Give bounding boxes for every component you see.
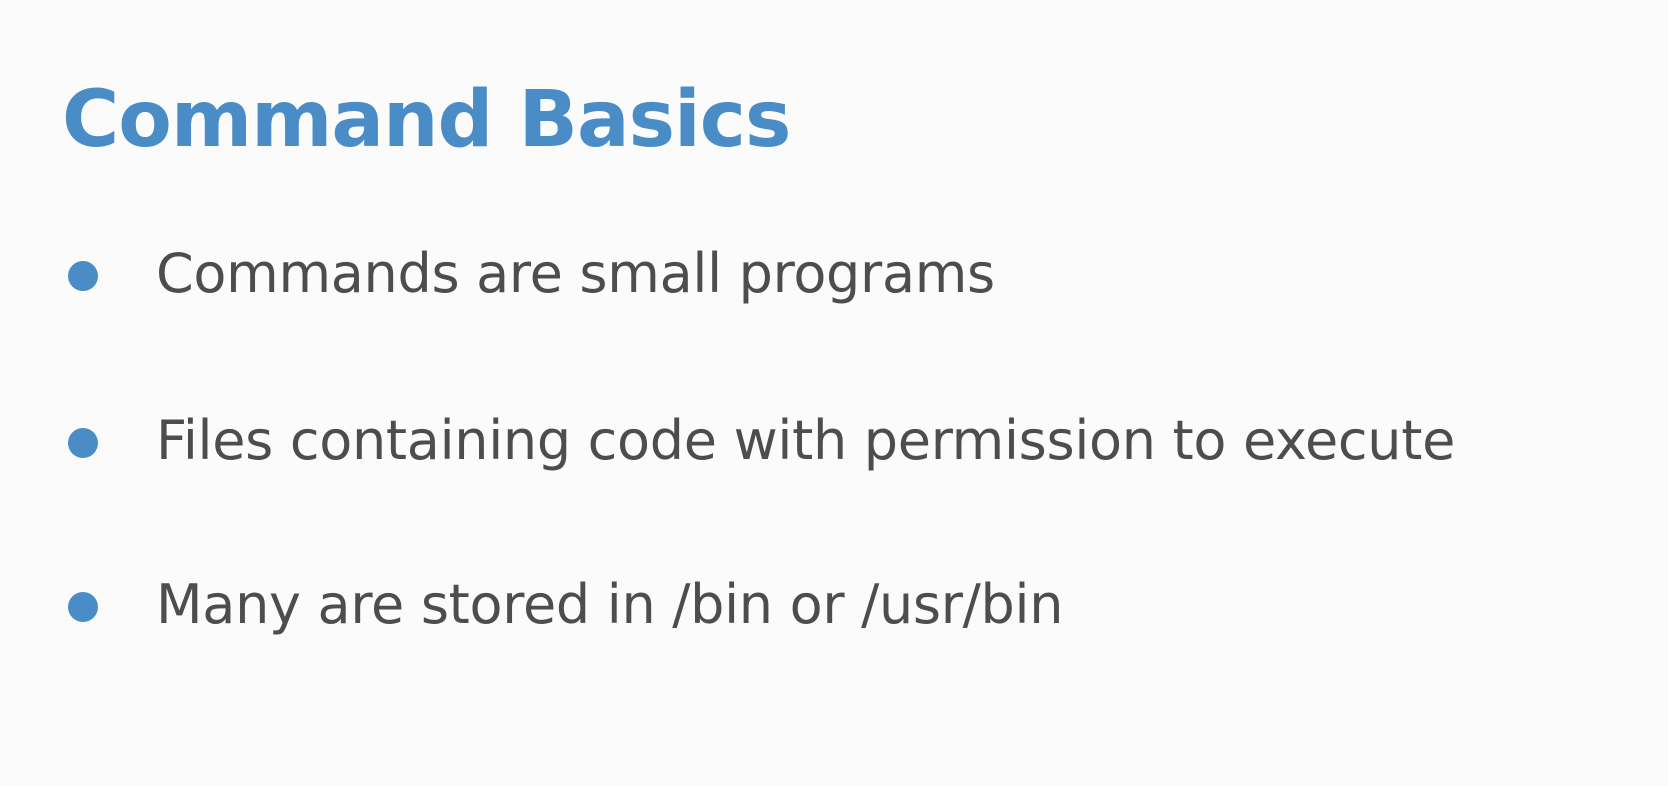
- slide-title: Command Basics: [62, 75, 791, 165]
- slide: Command Basics Commands are small progra…: [0, 0, 1668, 786]
- bullet-text: Many are stored in /bin or /usr/bin: [156, 573, 1064, 636]
- bullet-dot-icon: [68, 428, 98, 458]
- bullet-dot-icon: [68, 592, 98, 622]
- bullet-text: Files containing code with permission to…: [156, 409, 1456, 472]
- bullet-dot-icon: [68, 261, 98, 291]
- bullet-text: Commands are small programs: [156, 242, 995, 305]
- bullet-item: Files containing code with permission to…: [0, 401, 1600, 481]
- bullet-item: Many are stored in /bin or /usr/bin: [0, 565, 1600, 645]
- bullet-item: Commands are small programs: [0, 234, 1600, 314]
